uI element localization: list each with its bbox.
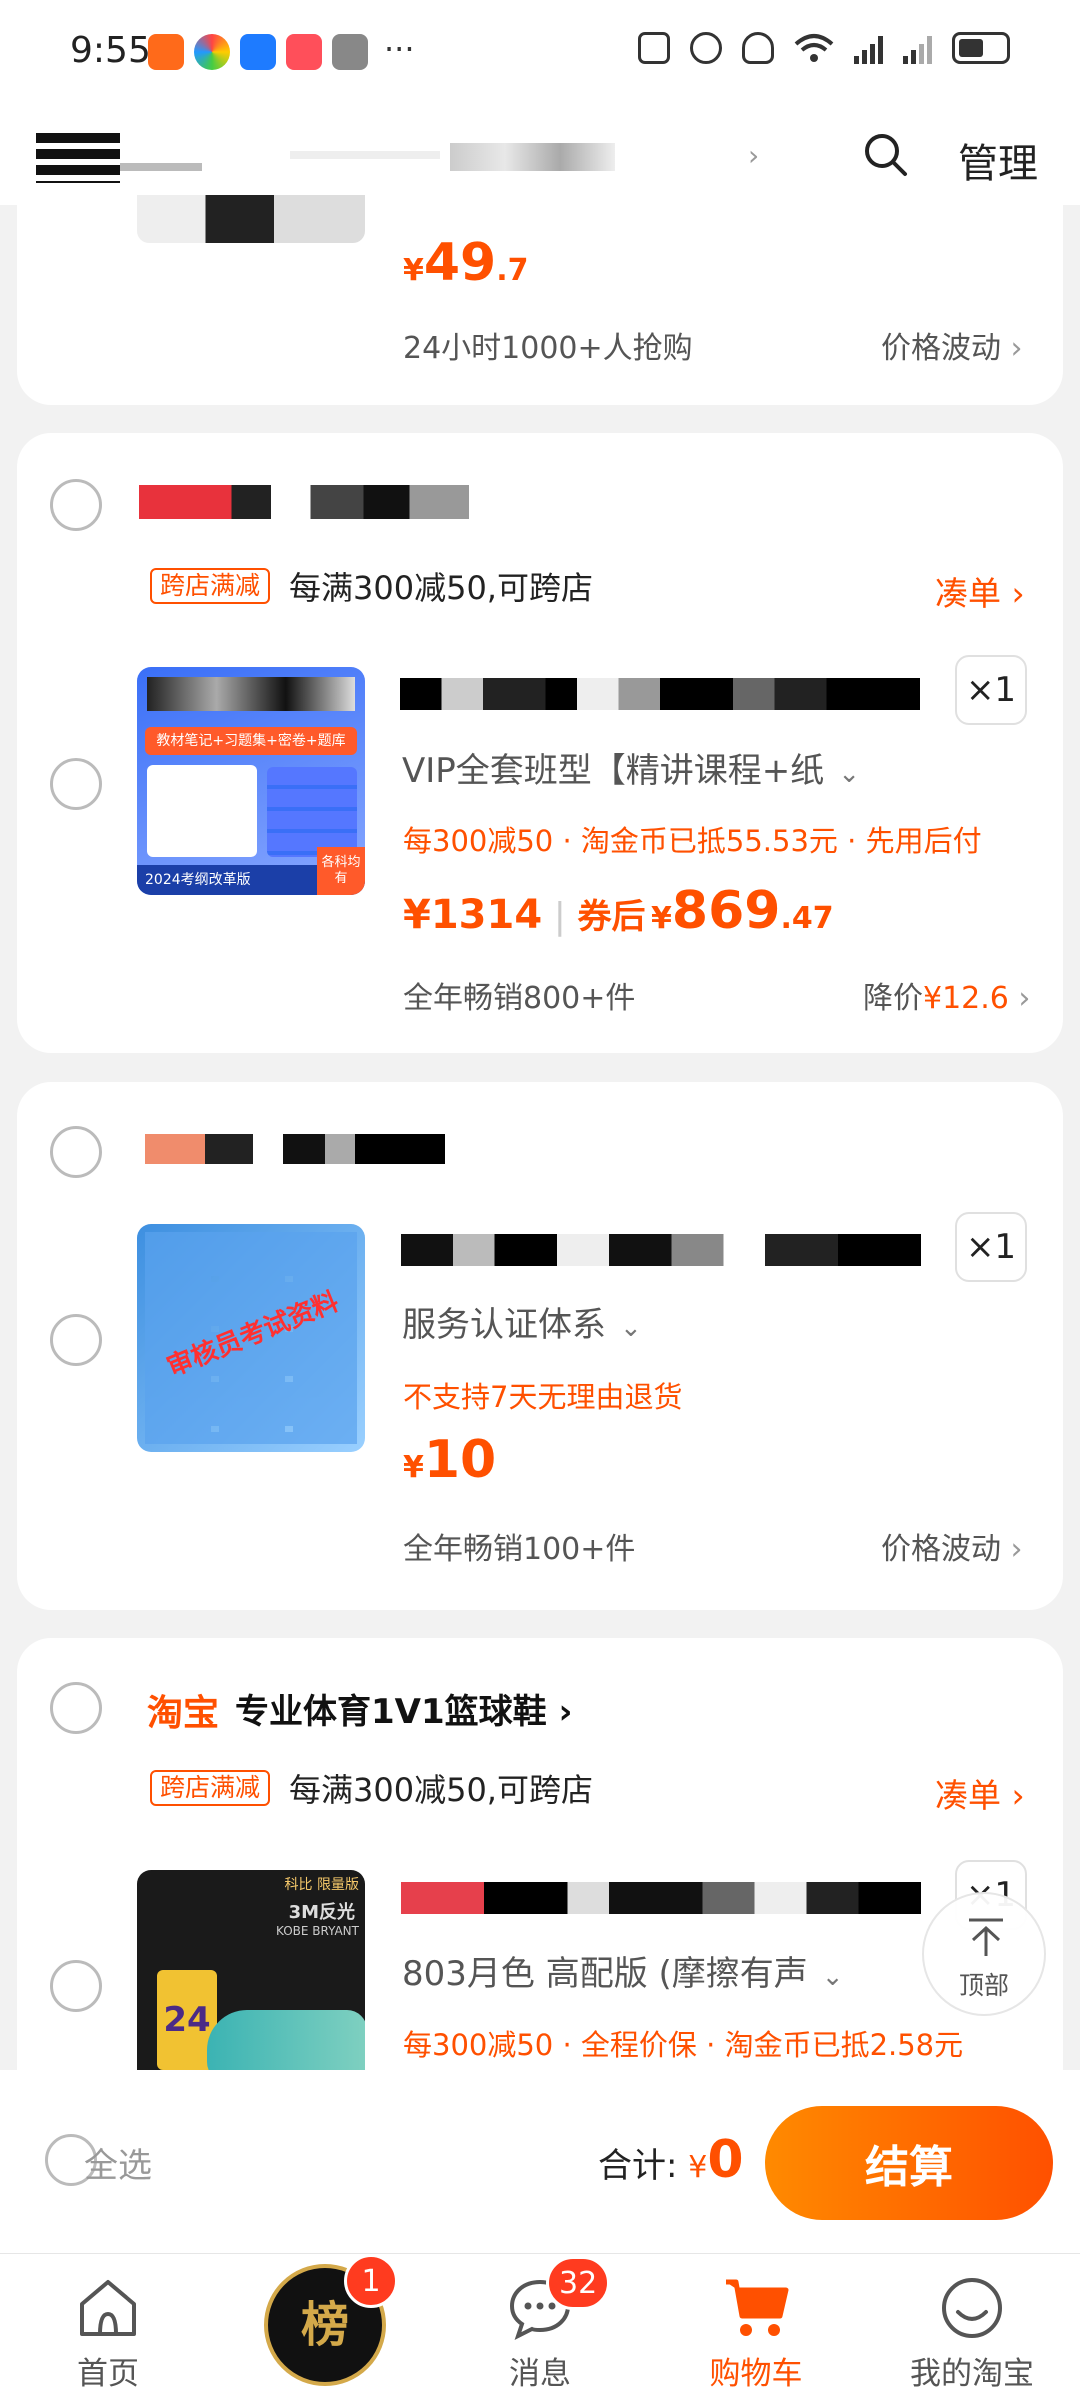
app-notification-icon xyxy=(286,34,322,70)
add-on-order-link[interactable]: 凑单 › xyxy=(935,567,1025,615)
item-price: ¥1314 | 券后 ¥869.47 xyxy=(403,881,834,941)
select-all-label[interactable]: 全选 xyxy=(84,2138,152,2187)
redacted-avatar[interactable] xyxy=(36,133,120,183)
back-to-top-button[interactable]: 顶部 xyxy=(922,1892,1046,2016)
sku-selector[interactable]: 服务认证体系 ⌄ xyxy=(402,1297,642,1346)
app-notification-icon xyxy=(194,34,230,70)
smile-face-icon xyxy=(942,2278,1002,2338)
redacted-text xyxy=(290,151,440,159)
checkout-button[interactable]: 结算 xyxy=(765,2106,1053,2220)
tab-my-taobao[interactable]: 我的淘宝 xyxy=(864,2254,1080,2400)
item-promo-info: 每300减50 · 全程价保 · 淘金币已抵2.58元 xyxy=(403,2028,964,2062)
cart-item-card: ¥49.7 24小时1000+人抢购 价格波动 › xyxy=(17,195,1063,405)
sales-info: 全年畅销800+件 xyxy=(403,981,636,1016)
shop-card: 审核员考试资料 ×1 服务认证体系 ⌄ 不支持7天无理由退货 ¥10 全年畅销10… xyxy=(17,1082,1063,1610)
shop-name-link[interactable]: 专业体育1V1篮球鞋 › xyxy=(235,1684,573,1733)
promo-tag: 跨店满减 xyxy=(150,1770,271,1806)
thumb-label: 3M反光 xyxy=(288,1902,355,1923)
redacted-shop-name[interactable] xyxy=(145,1134,445,1164)
shop-select-radio[interactable] xyxy=(50,1682,102,1734)
thumb-label: 科比 限量版 xyxy=(284,1877,359,1893)
price-fluctuation-link[interactable]: 价格波动 › xyxy=(881,323,1023,367)
sales-info: 全年畅销100+件 xyxy=(403,1532,636,1567)
signal-icon xyxy=(854,32,883,64)
item-price: ¥49.7 xyxy=(403,233,529,293)
search-icon[interactable] xyxy=(862,131,908,177)
arrow-up-icon xyxy=(969,1918,1003,1956)
nfc-icon xyxy=(638,32,670,64)
promo-tag: 跨店满减 xyxy=(150,568,271,604)
item-price: ¥10 xyxy=(403,1430,497,1490)
shop-card: 跨店满减 每满300减50,可跨店 凑单 › 教材笔记+习题集+密卷+题库 20… xyxy=(17,433,1063,1053)
bottom-tab-bar: 首页 榜 1 消息 32 购物车 我的淘宝 xyxy=(0,2253,1080,2400)
wifi-icon xyxy=(794,34,834,62)
redacted-product-title[interactable] xyxy=(401,1882,921,1914)
quantity-button[interactable]: ×1 xyxy=(955,655,1027,725)
tab-home[interactable]: 首页 xyxy=(0,2254,216,2400)
thumb-list-image xyxy=(267,767,357,857)
promo-text: 每满300减50,可跨店 xyxy=(289,569,593,607)
top-bar: › 管理 xyxy=(0,105,1080,205)
redacted-text xyxy=(120,163,202,171)
price-fluctuation-link[interactable]: 价格波动 › xyxy=(881,1524,1023,1568)
home-icon xyxy=(80,2280,136,2336)
back-to-top-label: 顶部 xyxy=(958,1971,1009,2000)
gift-icon xyxy=(332,34,368,70)
taobao-platform-label: 淘宝 xyxy=(147,1693,220,1734)
redacted-shop-name[interactable] xyxy=(139,485,469,519)
sku-selector[interactable]: 803月色 高配版 (摩擦有声 ⌄ xyxy=(402,1946,844,1995)
manage-button[interactable]: 管理 xyxy=(958,131,1038,189)
item-select-radio[interactable] xyxy=(50,758,102,810)
total-price: 合计: ¥0 xyxy=(598,2130,744,2190)
product-thumbnail[interactable]: 审核员考试资料 xyxy=(137,1224,365,1452)
redacted-image-text xyxy=(147,677,355,711)
shop-select-radio[interactable] xyxy=(50,479,102,531)
promo-text: 每满300减50,可跨店 xyxy=(289,1771,593,1809)
quantity-button[interactable]: ×1 xyxy=(955,1212,1027,1282)
thumb-book-image xyxy=(147,765,257,857)
status-time: 9:55 xyxy=(70,30,151,71)
thumb-banner: 教材笔记+习题集+密卷+题库 xyxy=(145,727,357,755)
thumb-label: KOBE BRYANT xyxy=(275,1924,359,1938)
status-system-icons xyxy=(638,32,1010,64)
price-drop-link[interactable]: 降价¥12.6 › xyxy=(863,973,1030,1017)
notification-badge: 1 xyxy=(344,2254,398,2308)
mute-icon xyxy=(742,32,774,64)
tab-cart[interactable]: 购物车 xyxy=(648,2254,864,2400)
item-promo-info: 每300减50 · 淘金币已抵55.53元 · 先用后付 xyxy=(403,824,982,858)
redacted-product-title[interactable] xyxy=(400,678,920,710)
shop-select-radio[interactable] xyxy=(50,1126,102,1178)
chevron-right-icon[interactable]: › xyxy=(748,139,759,172)
tab-activity[interactable]: 榜 1 xyxy=(216,2254,432,2400)
sku-selector[interactable]: VIP全套班型【精讲课程+纸 ⌄ xyxy=(402,743,860,792)
add-on-order-link[interactable]: 凑单 › xyxy=(935,1769,1025,1817)
status-notification-icons: ··· xyxy=(148,30,415,70)
redacted-text xyxy=(450,143,615,171)
checkout-bar: 全选 合计: ¥0 结算 xyxy=(0,2070,1080,2253)
product-thumbnail[interactable]: 科比 限量版 3M反光 KOBE BRYANT 24 xyxy=(137,1870,365,2070)
more-notifications-icon: ··· xyxy=(384,30,415,68)
app-notification-icon xyxy=(240,34,276,70)
product-thumbnail[interactable]: 教材笔记+习题集+密卷+题库 2024考纲改革版 各科均有 xyxy=(137,667,365,895)
thumb-corner-tag: 各科均有 xyxy=(317,847,365,895)
notification-badge: 32 xyxy=(546,2256,611,2310)
item-select-radio[interactable] xyxy=(50,1960,102,2012)
app-notification-icon xyxy=(148,34,184,70)
product-thumbnail[interactable] xyxy=(137,195,365,243)
sales-info: 24小时1000+人抢购 xyxy=(403,331,693,366)
alarm-icon xyxy=(690,32,722,64)
status-bar: 9:55 ··· xyxy=(0,0,1080,105)
thumb-shoe-image xyxy=(207,2010,365,2070)
shopping-cart-icon xyxy=(726,2279,789,2336)
shop-card: 淘宝 专业体育1V1篮球鞋 › 跨店满减 每满300减50,可跨店 凑单 › 科… xyxy=(17,1638,1063,2070)
battery-icon xyxy=(952,32,1010,64)
signal-icon xyxy=(903,32,932,64)
item-return-policy: 不支持7天无理由退货 xyxy=(403,1380,683,1414)
item-select-radio[interactable] xyxy=(50,1314,102,1366)
tab-messages[interactable]: 消息 32 xyxy=(432,2254,648,2400)
redacted-product-title[interactable] xyxy=(401,1234,921,1266)
